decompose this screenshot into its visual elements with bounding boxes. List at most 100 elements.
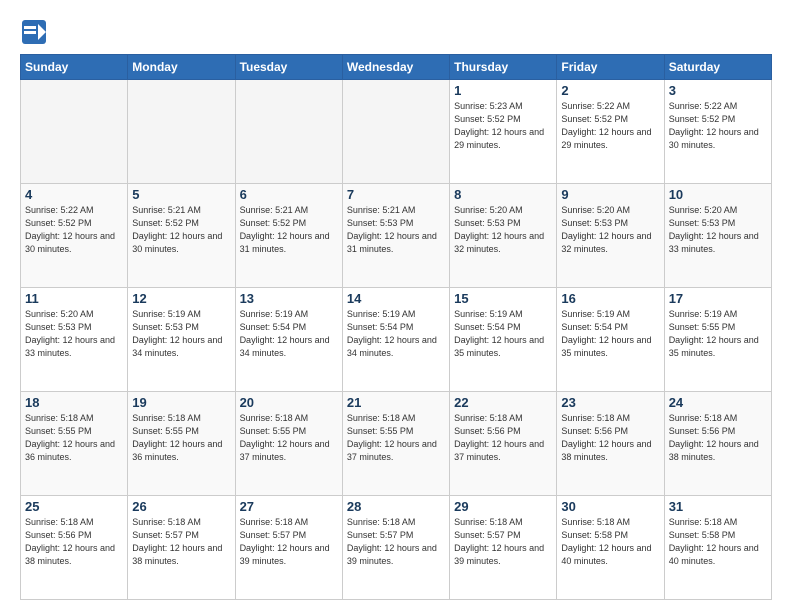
- calendar-cell: 24 Sunrise: 5:18 AMSunset: 5:56 PMDayligh…: [664, 392, 771, 496]
- calendar-table: SundayMondayTuesdayWednesdayThursdayFrid…: [20, 54, 772, 600]
- calendar-week-5: 25 Sunrise: 5:18 AMSunset: 5:56 PMDayligh…: [21, 496, 772, 600]
- day-number: 21: [347, 395, 445, 410]
- day-info: Sunrise: 5:21 AMSunset: 5:53 PMDaylight:…: [347, 204, 445, 256]
- calendar-cell: 10 Sunrise: 5:20 AMSunset: 5:53 PMDayligh…: [664, 184, 771, 288]
- calendar-cell: 12Sunrise: 5:19 AMSunset: 5:53 PMDayligh…: [128, 288, 235, 392]
- day-number: 17: [669, 291, 767, 306]
- calendar-cell: 2 Sunrise: 5:22 AMSunset: 5:52 PMDaylight…: [557, 80, 664, 184]
- day-number: 19: [132, 395, 230, 410]
- day-number: 1: [454, 83, 552, 98]
- page: SundayMondayTuesdayWednesdayThursdayFrid…: [0, 0, 792, 612]
- calendar-cell: 21Sunrise: 5:18 AMSunset: 5:55 PMDayligh…: [342, 392, 449, 496]
- day-number: 24: [669, 395, 767, 410]
- calendar-cell: 11 Sunrise: 5:20 AMSunset: 5:53 PMDayligh…: [21, 288, 128, 392]
- day-header-thursday: Thursday: [450, 55, 557, 80]
- day-number: 13: [240, 291, 338, 306]
- day-info: Sunrise: 5:19 AMSunset: 5:54 PMDaylight:…: [347, 308, 445, 360]
- day-header-friday: Friday: [557, 55, 664, 80]
- day-header-monday: Monday: [128, 55, 235, 80]
- day-info: Sunrise: 5:18 AMSunset: 5:57 PMDaylight:…: [132, 516, 230, 568]
- day-number: 26: [132, 499, 230, 514]
- day-info: Sunrise: 5:19 AMSunset: 5:54 PMDaylight:…: [561, 308, 659, 360]
- day-info: Sunrise: 5:19 AMSunset: 5:54 PMDaylight:…: [454, 308, 552, 360]
- calendar-cell: [21, 80, 128, 184]
- day-info: Sunrise: 5:18 AMSunset: 5:55 PMDaylight:…: [132, 412, 230, 464]
- day-number: 29: [454, 499, 552, 514]
- day-info: Sunrise: 5:19 AMSunset: 5:54 PMDaylight:…: [240, 308, 338, 360]
- calendar-cell: 20 Sunrise: 5:18 AMSunset: 5:55 PMDayligh…: [235, 392, 342, 496]
- day-header-saturday: Saturday: [664, 55, 771, 80]
- calendar-cell: 5 Sunrise: 5:21 AMSunset: 5:52 PMDaylight…: [128, 184, 235, 288]
- calendar-cell: 17Sunrise: 5:19 AMSunset: 5:55 PMDayligh…: [664, 288, 771, 392]
- day-number: 12: [132, 291, 230, 306]
- day-info: Sunrise: 5:18 AMSunset: 5:56 PMDaylight:…: [25, 516, 123, 568]
- calendar-week-3: 11 Sunrise: 5:20 AMSunset: 5:53 PMDayligh…: [21, 288, 772, 392]
- day-number: 31: [669, 499, 767, 514]
- calendar-cell: [128, 80, 235, 184]
- day-info: Sunrise: 5:18 AMSunset: 5:56 PMDaylight:…: [561, 412, 659, 464]
- day-info: Sunrise: 5:20 AMSunset: 5:53 PMDaylight:…: [25, 308, 123, 360]
- day-number: 7: [347, 187, 445, 202]
- day-number: 27: [240, 499, 338, 514]
- calendar-cell: [342, 80, 449, 184]
- day-info: Sunrise: 5:18 AMSunset: 5:55 PMDaylight:…: [25, 412, 123, 464]
- day-info: Sunrise: 5:21 AMSunset: 5:52 PMDaylight:…: [132, 204, 230, 256]
- day-info: Sunrise: 5:18 AMSunset: 5:56 PMDaylight:…: [454, 412, 552, 464]
- day-number: 25: [25, 499, 123, 514]
- calendar-cell: 25 Sunrise: 5:18 AMSunset: 5:56 PMDayligh…: [21, 496, 128, 600]
- day-number: 18: [25, 395, 123, 410]
- day-number: 3: [669, 83, 767, 98]
- header: [20, 18, 772, 46]
- day-number: 16: [561, 291, 659, 306]
- calendar-week-2: 4 Sunrise: 5:22 AMSunset: 5:52 PMDaylight…: [21, 184, 772, 288]
- calendar-cell: 31 Sunrise: 5:18 AMSunset: 5:58 PMDayligh…: [664, 496, 771, 600]
- day-info: Sunrise: 5:18 AMSunset: 5:57 PMDaylight:…: [454, 516, 552, 568]
- calendar-cell: 27 Sunrise: 5:18 AMSunset: 5:57 PMDayligh…: [235, 496, 342, 600]
- day-number: 28: [347, 499, 445, 514]
- day-number: 4: [25, 187, 123, 202]
- day-info: Sunrise: 5:22 AMSunset: 5:52 PMDaylight:…: [25, 204, 123, 256]
- calendar-cell: 14Sunrise: 5:19 AMSunset: 5:54 PMDayligh…: [342, 288, 449, 392]
- calendar-cell: 29 Sunrise: 5:18 AMSunset: 5:57 PMDayligh…: [450, 496, 557, 600]
- day-number: 15: [454, 291, 552, 306]
- calendar-cell: 7 Sunrise: 5:21 AMSunset: 5:53 PMDaylight…: [342, 184, 449, 288]
- day-number: 6: [240, 187, 338, 202]
- calendar-cell: 8Sunrise: 5:20 AMSunset: 5:53 PMDaylight…: [450, 184, 557, 288]
- day-info: Sunrise: 5:18 AMSunset: 5:58 PMDaylight:…: [669, 516, 767, 568]
- day-info: Sunrise: 5:18 AMSunset: 5:55 PMDaylight:…: [240, 412, 338, 464]
- day-number: 23: [561, 395, 659, 410]
- calendar-cell: 30Sunrise: 5:18 AMSunset: 5:58 PMDayligh…: [557, 496, 664, 600]
- day-number: 8: [454, 187, 552, 202]
- calendar-cell: 1 Sunrise: 5:23 AMSunset: 5:52 PMDaylight…: [450, 80, 557, 184]
- day-number: 20: [240, 395, 338, 410]
- calendar-cell: 4 Sunrise: 5:22 AMSunset: 5:52 PMDaylight…: [21, 184, 128, 288]
- logo: [20, 18, 52, 46]
- calendar-cell: [235, 80, 342, 184]
- day-number: 11: [25, 291, 123, 306]
- day-number: 2: [561, 83, 659, 98]
- day-header-wednesday: Wednesday: [342, 55, 449, 80]
- day-header-sunday: Sunday: [21, 55, 128, 80]
- day-info: Sunrise: 5:23 AMSunset: 5:52 PMDaylight:…: [454, 100, 552, 152]
- day-info: Sunrise: 5:21 AMSunset: 5:52 PMDaylight:…: [240, 204, 338, 256]
- day-number: 9: [561, 187, 659, 202]
- day-number: 30: [561, 499, 659, 514]
- day-info: Sunrise: 5:18 AMSunset: 5:57 PMDaylight:…: [240, 516, 338, 568]
- calendar-week-4: 18 Sunrise: 5:18 AMSunset: 5:55 PMDayligh…: [21, 392, 772, 496]
- day-number: 10: [669, 187, 767, 202]
- calendar-cell: 9Sunrise: 5:20 AMSunset: 5:53 PMDaylight…: [557, 184, 664, 288]
- calendar-cell: 22 Sunrise: 5:18 AMSunset: 5:56 PMDayligh…: [450, 392, 557, 496]
- day-number: 22: [454, 395, 552, 410]
- calendar-cell: 16 Sunrise: 5:19 AMSunset: 5:54 PMDayligh…: [557, 288, 664, 392]
- day-number: 5: [132, 187, 230, 202]
- day-header-tuesday: Tuesday: [235, 55, 342, 80]
- day-info: Sunrise: 5:18 AMSunset: 5:56 PMDaylight:…: [669, 412, 767, 464]
- day-info: Sunrise: 5:18 AMSunset: 5:57 PMDaylight:…: [347, 516, 445, 568]
- day-info: Sunrise: 5:20 AMSunset: 5:53 PMDaylight:…: [669, 204, 767, 256]
- logo-icon: [20, 18, 48, 46]
- calendar-cell: 15 Sunrise: 5:19 AMSunset: 5:54 PMDayligh…: [450, 288, 557, 392]
- calendar-cell: 13 Sunrise: 5:19 AMSunset: 5:54 PMDayligh…: [235, 288, 342, 392]
- calendar-week-1: 1 Sunrise: 5:23 AMSunset: 5:52 PMDaylight…: [21, 80, 772, 184]
- day-info: Sunrise: 5:22 AMSunset: 5:52 PMDaylight:…: [561, 100, 659, 152]
- calendar-cell: 3Sunrise: 5:22 AMSunset: 5:52 PMDaylight…: [664, 80, 771, 184]
